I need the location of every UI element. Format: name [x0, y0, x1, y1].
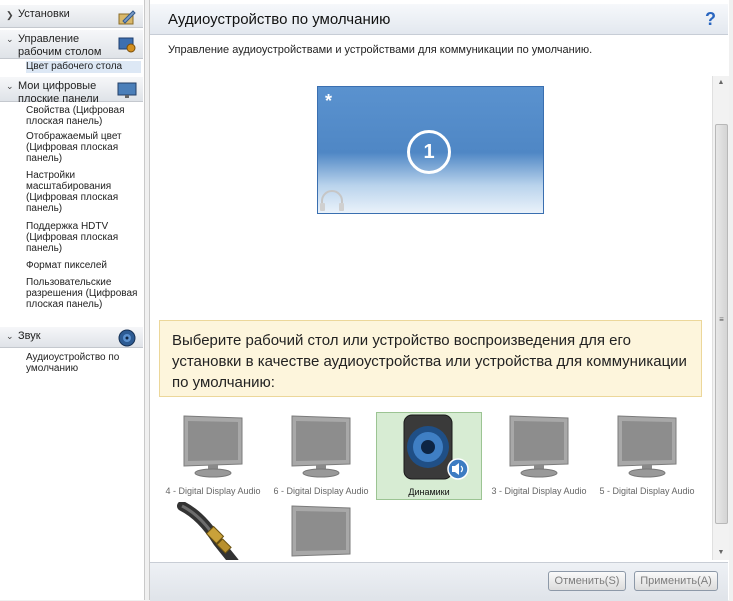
desktop-management-icon — [118, 37, 136, 53]
device-label: 3 - Digital Display Audio — [491, 486, 587, 496]
sidebar-section-settings[interactable]: ❯ Установки — [0, 4, 143, 28]
cancel-button[interactable]: Отменить(S) — [548, 571, 626, 591]
device-label: 5 - Digital Display Audio — [599, 486, 695, 496]
sidebar-section-label: Звук — [18, 330, 41, 342]
device-tile[interactable]: 5 - Digital Display Audio — [594, 412, 700, 500]
chevron-right-icon: ❯ — [6, 10, 14, 20]
sidebar-section-sound[interactable]: ⌄ Звук — [0, 326, 143, 348]
cable-icon — [177, 502, 239, 560]
headphone-icon — [320, 190, 344, 211]
button-bar: Отменить(S) Применить(A) — [150, 562, 728, 601]
apply-button[interactable]: Применить(A) — [634, 571, 718, 591]
main-panel: Аудиоустройство по умолчанию ? Управлени… — [149, 0, 729, 601]
desktop-number: 1 — [407, 130, 451, 174]
page-title: Аудиоустройство по умолчанию — [168, 11, 391, 28]
sidebar-item-custom-resolutions[interactable]: Пользовательские разрешения (Цифровая пл… — [26, 277, 141, 310]
scroll-up-arrow-icon[interactable]: ▲ — [713, 76, 729, 90]
vertical-scrollbar[interactable]: ▲ ≡ ▼ — [712, 76, 729, 560]
scroll-down-arrow-icon[interactable]: ▼ — [713, 546, 729, 560]
sidebar-section-desktop-management[interactable]: ⌄ Управление рабочим столом — [0, 29, 143, 59]
sidebar-item-scaling[interactable]: Настройки масштабирования (Цифровая плос… — [26, 170, 141, 214]
sidebar-item-panel-properties[interactable]: Свойства (Цифровая плоская панель) — [26, 105, 141, 127]
page-header: Аудиоустройство по умолчанию ? — [150, 4, 728, 35]
scroll-thumb[interactable]: ≡ — [715, 124, 728, 524]
device-tile[interactable]: 6 - Digital Display Audio — [268, 412, 374, 500]
sidebar-section-label: Установки — [18, 8, 70, 20]
settings-icon — [118, 10, 136, 25]
chevron-down-icon: ⌄ — [6, 81, 14, 91]
device-label: Динамики — [408, 487, 450, 497]
device-tile[interactable] — [268, 502, 374, 560]
sidebar-item-display-color[interactable]: Отображаемый цвет (Цифровая плоская пане… — [26, 131, 141, 164]
device-label: 6 - Digital Display Audio — [273, 486, 369, 496]
device-tile[interactable]: 3 - Digital Display Audio — [486, 412, 592, 500]
monitor-icon — [617, 415, 677, 478]
sidebar-item-desktop-color[interactable]: Цвет рабочего стола — [26, 61, 141, 73]
desktop-preview[interactable]: * 1 — [317, 86, 544, 214]
monitor-icon — [291, 505, 351, 557]
flat-panel-icon — [117, 82, 137, 98]
sidebar-section-label: Управление рабочим столом — [18, 33, 102, 58]
device-tile[interactable]: 4 - Digital Display Audio — [160, 412, 266, 500]
page-description: Управление аудиоустройствами и устройств… — [168, 44, 593, 56]
grip-icon: ≡ — [719, 315, 724, 324]
sidebar-item-default-audio[interactable]: Аудиоустройство по умолчанию — [26, 352, 141, 374]
primary-star-icon: * — [325, 91, 333, 111]
sidebar: ❯ Установки ⌄ Управление рабочим столом … — [0, 0, 145, 600]
speaker-icon — [403, 414, 469, 480]
sidebar-item-hdtv[interactable]: Поддержка HDTV (Цифровая плоская панель) — [26, 221, 141, 254]
sound-icon — [118, 329, 136, 347]
monitor-icon — [291, 415, 351, 478]
info-box: Выберите рабочий стол или устройство вос… — [159, 320, 702, 397]
sidebar-section-digital-panels[interactable]: ⌄ Мои цифровые плоские панели — [0, 76, 143, 105]
sidebar-item-pixel-format[interactable]: Формат пикселей — [26, 260, 141, 271]
help-icon[interactable]: ? — [705, 9, 716, 30]
sidebar-section-label: Мои цифровые плоские панели — [18, 80, 99, 105]
device-tile[interactable] — [160, 502, 266, 560]
monitor-icon — [509, 415, 569, 478]
monitor-icon — [183, 415, 243, 478]
device-label: 4 - Digital Display Audio — [165, 486, 261, 496]
chevron-down-icon: ⌄ — [6, 331, 14, 341]
device-tile-selected[interactable]: Динамики — [376, 412, 482, 500]
chevron-down-icon: ⌄ — [6, 34, 14, 44]
